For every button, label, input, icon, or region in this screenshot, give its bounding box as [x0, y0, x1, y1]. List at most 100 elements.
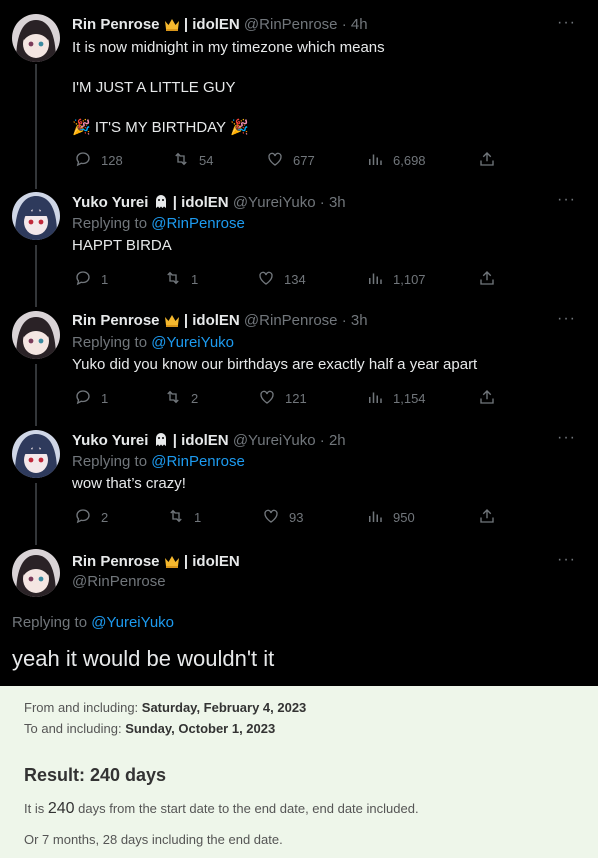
- handle[interactable]: @YureiYuko: [233, 432, 316, 449]
- replying-to: Replying to @RinPenrose: [72, 215, 245, 232]
- main-tweet-text: yeah it would be wouldn't it: [12, 646, 275, 671]
- like-button[interactable]: 93: [262, 507, 303, 528]
- retweet-icon: [172, 150, 190, 171]
- like-button[interactable]: 134: [257, 269, 306, 290]
- share-button[interactable]: [478, 150, 496, 171]
- share-button[interactable]: [478, 388, 496, 409]
- like-button[interactable]: 677: [266, 150, 315, 171]
- handle[interactable]: @RinPenrose: [72, 573, 166, 590]
- reply-icon: [74, 150, 92, 171]
- retweet-button[interactable]: 1: [167, 507, 201, 528]
- heart-icon: [266, 150, 284, 171]
- reply-button[interactable]: 2: [74, 507, 108, 528]
- more-icon[interactable]: ···: [557, 191, 576, 209]
- tweet-actions: 1 2 121 1,154: [72, 388, 502, 408]
- views-button[interactable]: 1,154: [366, 388, 426, 409]
- timestamp[interactable]: · 2h: [320, 432, 346, 449]
- views-icon: [366, 269, 384, 290]
- ghost-icon: [153, 431, 169, 451]
- reply-icon: [74, 269, 92, 290]
- sentence-prefix: It is: [24, 801, 48, 816]
- tweet[interactable]: Yuko Yurei | idolEN @YureiYuko · 2h ··· …: [0, 420, 598, 539]
- retweet-count: 2: [191, 391, 199, 406]
- mention-link[interactable]: @YureiYuko: [151, 334, 234, 351]
- org-label: | idolEN: [172, 432, 229, 449]
- retweet-button[interactable]: 54: [172, 150, 213, 171]
- org-label: | idolEN: [183, 312, 240, 329]
- org-label: | idolEN: [172, 194, 229, 211]
- replying-to: Replying to @RinPenrose: [72, 453, 245, 470]
- avatar[interactable]: [12, 549, 60, 597]
- tweet-header: Yuko Yurei | idolEN @YureiYuko · 2h: [72, 431, 346, 451]
- like-count: 134: [284, 272, 306, 287]
- handle[interactable]: @YureiYuko: [233, 194, 316, 211]
- mention-link[interactable]: @YureiYuko: [91, 614, 174, 631]
- avatar[interactable]: [12, 192, 60, 240]
- views-button[interactable]: 950: [366, 507, 415, 528]
- reply-icon: [74, 507, 92, 528]
- more-icon[interactable]: ···: [557, 310, 576, 328]
- retweet-count: 1: [191, 272, 199, 287]
- from-label: From and including:: [24, 700, 142, 715]
- from-row: From and including: Saturday, February 4…: [24, 700, 306, 715]
- tweet-actions: 128 54 677 6,698: [72, 150, 502, 170]
- replying-to: Replying to @YureiYuko: [12, 614, 174, 631]
- avatar[interactable]: [12, 430, 60, 478]
- reply-count: 1: [101, 272, 109, 287]
- to-date: Sunday, October 1, 2023: [125, 721, 276, 736]
- more-icon[interactable]: ···: [557, 551, 576, 569]
- share-button[interactable]: [478, 507, 496, 528]
- tweet-header: Rin Penrose | idolEN @RinPenrose · 4h: [72, 16, 368, 35]
- reply-icon: [74, 388, 92, 409]
- reply-count: 1: [101, 391, 109, 406]
- handle[interactable]: @RinPenrose: [244, 16, 338, 33]
- like-count: 121: [285, 391, 307, 406]
- main-tweet[interactable]: Rin Penrose | idolEN @RinPenrose ··· Rep…: [0, 539, 598, 686]
- display-name[interactable]: Rin Penrose: [72, 16, 160, 33]
- display-name[interactable]: Rin Penrose: [72, 553, 160, 570]
- reply-button[interactable]: 1: [74, 269, 108, 290]
- display-name[interactable]: Yuko Yurei: [72, 194, 148, 211]
- share-button[interactable]: [478, 269, 496, 290]
- mention-link[interactable]: @RinPenrose: [151, 215, 245, 232]
- tweet[interactable]: Yuko Yurei | idolEN @YureiYuko · 3h ··· …: [0, 182, 598, 301]
- more-icon[interactable]: ···: [557, 429, 576, 447]
- crown-icon: [164, 554, 180, 572]
- handle[interactable]: @RinPenrose: [244, 312, 338, 329]
- reply-button[interactable]: 1: [74, 388, 108, 409]
- avatar[interactable]: [12, 14, 60, 62]
- to-label: To and including:: [24, 721, 126, 736]
- heart-icon: [257, 269, 275, 290]
- handle-row: @RinPenrose: [72, 573, 166, 590]
- retweet-button[interactable]: 2: [164, 388, 198, 409]
- views-icon: [366, 388, 384, 409]
- display-name[interactable]: Yuko Yurei: [72, 432, 148, 449]
- retweet-icon: [164, 388, 182, 409]
- timestamp[interactable]: · 3h: [320, 194, 346, 211]
- crown-icon: [164, 313, 180, 331]
- tweet[interactable]: Rin Penrose | idolEN @RinPenrose · 3h ··…: [0, 301, 598, 420]
- day-count: 240: [47, 800, 75, 817]
- reply-button[interactable]: 128: [74, 150, 123, 171]
- views-count: 950: [393, 510, 415, 525]
- avatar[interactable]: [12, 311, 60, 359]
- like-button[interactable]: 121: [258, 388, 307, 409]
- views-button[interactable]: 6,698: [366, 150, 426, 171]
- retweet-count: 54: [199, 153, 214, 168]
- timestamp[interactable]: · 4h: [342, 16, 368, 33]
- from-date: Saturday, February 4, 2023: [141, 700, 307, 715]
- to-row: To and including: Sunday, October 1, 202…: [24, 721, 275, 736]
- crown-icon: [164, 17, 180, 35]
- sentence-suffix: days from the start date to the end date…: [74, 801, 419, 816]
- views-button[interactable]: 1,107: [366, 269, 426, 290]
- views-count: 1,154: [393, 391, 426, 406]
- date-calculator-result: From and including: Saturday, February 4…: [0, 686, 598, 858]
- views-count: 1,107: [393, 272, 426, 287]
- timestamp[interactable]: · 3h: [342, 312, 368, 329]
- org-label: | idolEN: [183, 553, 240, 570]
- mention-link[interactable]: @RinPenrose: [151, 453, 245, 470]
- more-icon[interactable]: ···: [557, 14, 576, 32]
- display-name[interactable]: Rin Penrose: [72, 312, 160, 329]
- retweet-button[interactable]: 1: [164, 269, 198, 290]
- tweet[interactable]: Rin Penrose | idolEN @RinPenrose · 4h ··…: [0, 0, 598, 182]
